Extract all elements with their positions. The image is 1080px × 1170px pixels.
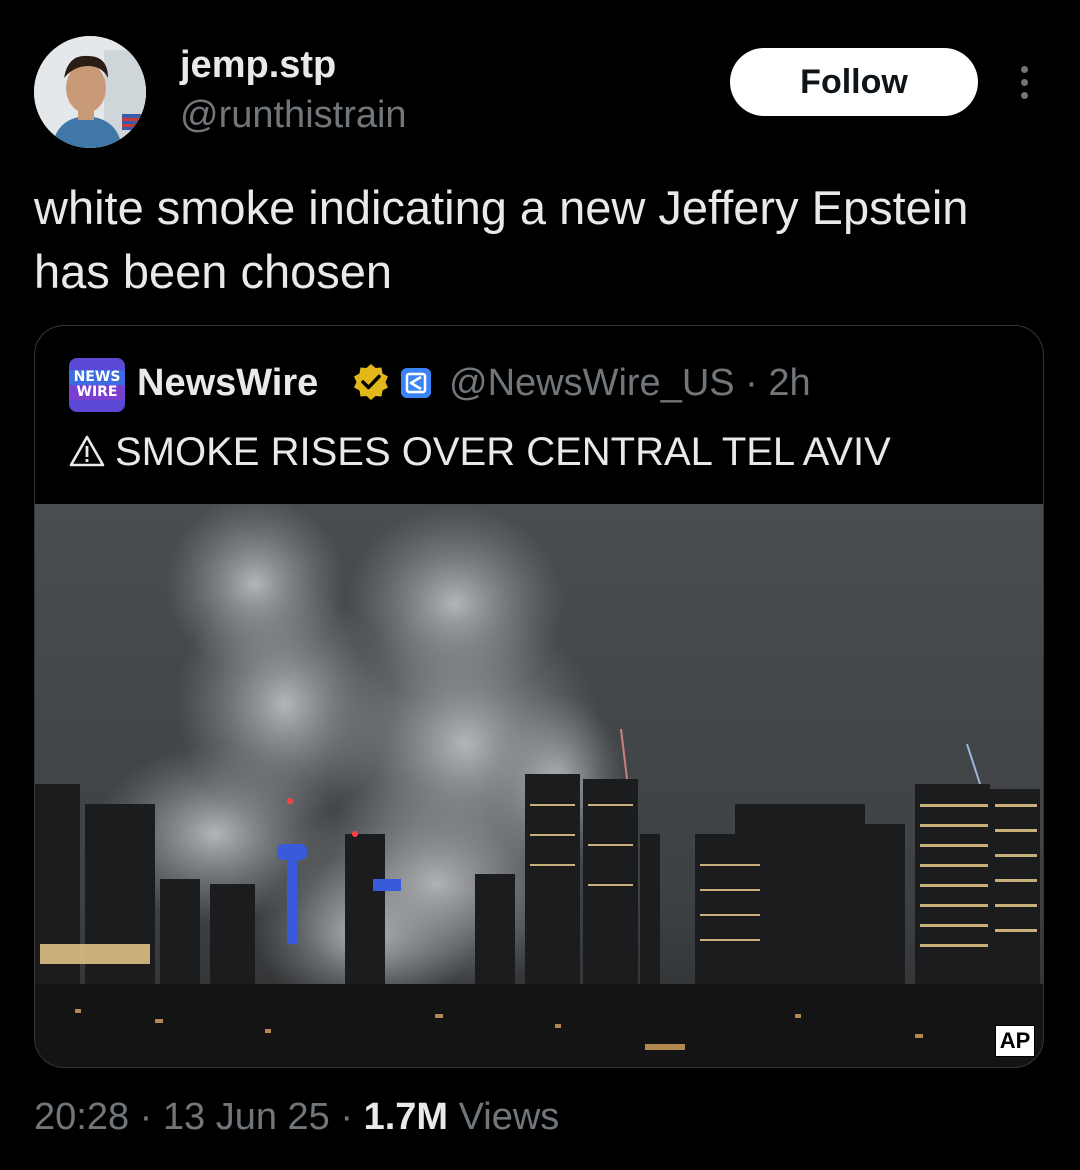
timestamp[interactable]: 20:28 · 13 Jun 25 · xyxy=(34,1096,364,1138)
follow-button[interactable]: Follow xyxy=(730,48,978,116)
more-dots-icon[interactable] xyxy=(1004,60,1044,104)
quoted-text: SMOKE RISES OVER CENTRAL TEL AVIV xyxy=(69,430,891,475)
tweet-meta: 20:28 · 13 Jun 25 · 1.7M Views xyxy=(34,1096,559,1139)
logo-line-1: NEWS xyxy=(69,370,125,385)
avatar-photo xyxy=(34,36,146,148)
views-count: 1.7M xyxy=(363,1096,449,1138)
quoted-text-label: SMOKE RISES OVER CENTRAL TEL AVIV xyxy=(115,430,891,474)
quoted-display-name[interactable]: NewsWire xyxy=(137,362,318,405)
author-display-name[interactable]: jemp.stp xyxy=(180,44,336,87)
quoted-tweet[interactable]: NEWS WIRE NewsWire @NewsWire_US · 2h SMO… xyxy=(34,325,1044,1068)
verified-badge-icon xyxy=(354,364,388,400)
logo-line-2: WIRE xyxy=(69,385,125,400)
tweet-text: white smoke indicating a new Jeffery Eps… xyxy=(34,181,969,298)
affiliate-badge-icon xyxy=(401,368,431,398)
skyline-smoke-photo xyxy=(35,494,1043,1067)
newswire-logo[interactable]: NEWS WIRE xyxy=(69,358,125,412)
dot xyxy=(1020,91,1028,99)
dot xyxy=(1020,65,1028,73)
warning-icon xyxy=(69,435,105,467)
quoted-media-image[interactable]: AP xyxy=(35,494,1043,1067)
ap-watermark: AP xyxy=(995,1025,1035,1057)
author-handle[interactable]: @runthistrain xyxy=(180,94,407,137)
quoted-handle-time[interactable]: @NewsWire_US · 2h xyxy=(449,362,811,405)
avatar[interactable] xyxy=(34,36,146,148)
views-label: Views xyxy=(448,1096,560,1138)
dot xyxy=(1020,78,1028,86)
